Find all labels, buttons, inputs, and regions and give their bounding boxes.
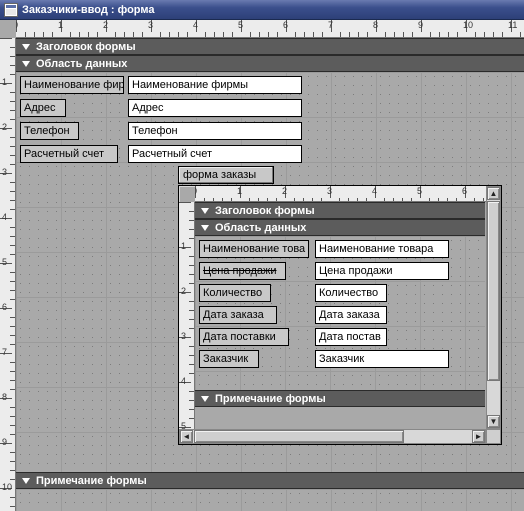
window-title: Заказчики-ввод : форма (22, 4, 155, 16)
field-label[interactable]: Количество (199, 284, 271, 302)
section-bar-header[interactable]: Заголовок формы (16, 38, 524, 55)
field-label[interactable]: Заказчик (199, 350, 259, 368)
subform-container[interactable]: 012345678 123456 Заголовок формы Область… (178, 185, 502, 445)
field-textbox[interactable]: Дата постав (315, 328, 387, 346)
field-label[interactable]: Наименование фирм (20, 76, 124, 94)
scroll-up-icon[interactable]: ▲ (487, 187, 500, 200)
section-handle-icon (20, 475, 32, 487)
scroll-down-icon[interactable]: ▼ (487, 415, 500, 428)
section-handle-icon (20, 58, 32, 70)
field-textbox[interactable]: Телефон (128, 122, 302, 140)
subform-label-text: форма заказы (183, 169, 256, 181)
scroll-thumb[interactable] (194, 430, 404, 443)
field-textbox[interactable]: Наименование фирмы (128, 76, 302, 94)
design-canvas-outer: Заголовок формы Область данных форма зак… (16, 38, 524, 511)
subform-label[interactable]: форма заказы (178, 166, 274, 184)
section-label-header: Заголовок формы (36, 41, 136, 53)
field-textbox[interactable]: Количество (315, 284, 387, 302)
subform-section-label-footer: Примечание формы (215, 393, 326, 405)
subform-detail-section[interactable]: Наименование това Наименование товара Цена… (195, 236, 485, 390)
scroll-left-icon[interactable]: ◄ (180, 430, 193, 443)
detail-section-outer[interactable]: форма заказы 012345678 123456 Заголовок … (16, 72, 524, 472)
field-label[interactable]: Телефон (20, 122, 79, 140)
section-handle-icon (199, 205, 211, 217)
field-label[interactable]: Цена продажи (199, 262, 286, 280)
subform-section-label-detail: Область данных (215, 222, 306, 234)
section-bar-detail[interactable]: Область данных (16, 55, 524, 72)
vertical-ruler[interactable]: 1234567891011 (0, 38, 16, 511)
field-label[interactable]: Адрес (20, 99, 66, 117)
form-sysicon (4, 3, 18, 17)
field-textbox[interactable]: Наименование товара (315, 240, 449, 258)
subform-vertical-ruler[interactable]: 123456 (179, 202, 195, 444)
subform-vertical-scrollbar[interactable]: ▲ ▼ (486, 186, 501, 429)
field-label[interactable]: Расчетный счет (20, 145, 118, 163)
scroll-thumb[interactable] (487, 201, 500, 381)
subform-section-bar-header[interactable]: Заголовок формы (195, 202, 485, 219)
field-label[interactable]: Дата заказа (199, 306, 277, 324)
section-handle-icon (199, 222, 211, 234)
section-handle-icon (20, 41, 32, 53)
section-handle-icon (199, 393, 211, 405)
subform-canvas: Заголовок формы Область данных Наименова… (195, 202, 485, 428)
subform-section-label-header: Заголовок формы (215, 205, 315, 217)
footer-section[interactable] (16, 489, 524, 511)
subform-section-bar-footer[interactable]: Примечание формы (195, 390, 485, 407)
field-textbox[interactable]: Заказчик (315, 350, 449, 368)
window-titlebar: Заказчики-ввод : форма (0, 0, 524, 20)
section-label-detail: Область данных (36, 58, 127, 70)
subform-horizontal-scrollbar[interactable]: ◄ ► (179, 429, 486, 444)
subform-horizontal-ruler[interactable]: 012345678 (195, 186, 501, 202)
horizontal-ruler[interactable]: 0123456789101112 (16, 20, 524, 38)
section-label-footer: Примечание формы (36, 475, 147, 487)
scroll-right-icon[interactable]: ► (472, 430, 485, 443)
subform-section-bar-detail[interactable]: Область данных (195, 219, 485, 236)
field-textbox[interactable]: Расчетный счет (128, 145, 302, 163)
form-designer: 0123456789101112 1234567891011 Заголовок… (0, 20, 524, 511)
section-bar-footer[interactable]: Примечание формы (16, 472, 524, 489)
field-textbox[interactable]: Дата заказа (315, 306, 387, 324)
field-label[interactable]: Наименование това (199, 240, 309, 258)
field-textbox[interactable]: Адрес (128, 99, 302, 117)
field-label[interactable]: Дата поставки (199, 328, 289, 346)
field-textbox[interactable]: Цена продажи (315, 262, 449, 280)
scroll-corner (486, 429, 501, 444)
